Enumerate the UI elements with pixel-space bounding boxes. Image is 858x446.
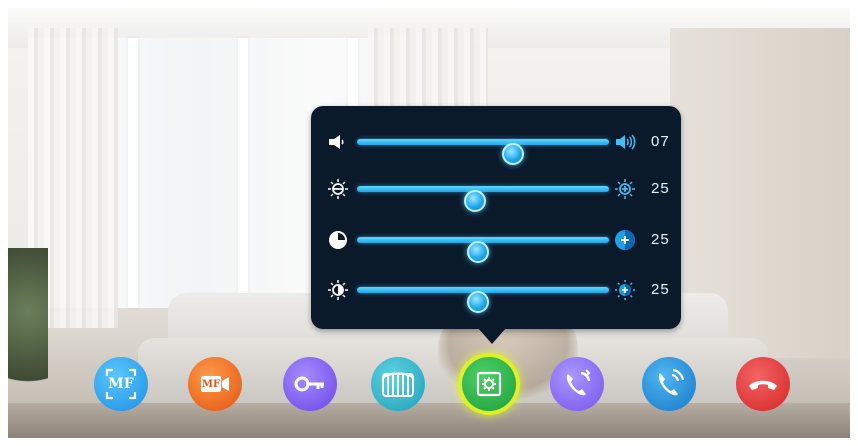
volume-slider-thumb[interactable] — [502, 143, 525, 165]
color-row: 25 — [311, 275, 681, 313]
record-label: MF — [201, 378, 221, 390]
contrast-low-icon[interactable] — [326, 228, 350, 252]
phone-transfer-icon — [566, 369, 591, 396]
speaker-low-icon[interactable] — [326, 130, 350, 154]
key-icon — [294, 376, 324, 392]
brightness-row: 25 — [311, 174, 681, 212]
contrast-row: 25 — [311, 225, 681, 263]
phone-hangup-icon — [749, 380, 777, 390]
brightness-value: 25 — [651, 180, 670, 197]
speaker-high-icon[interactable] — [613, 130, 637, 154]
monitor-button[interactable]: MF — [94, 357, 148, 411]
color-slider-thumb[interactable] — [466, 291, 489, 313]
contrast-high-icon[interactable] — [613, 228, 637, 252]
color-slider[interactable] — [357, 287, 609, 313]
volume-row: 07 — [311, 127, 681, 165]
brightness-low-icon[interactable] — [326, 177, 350, 201]
brightness-slider-thumb[interactable] — [464, 190, 487, 212]
phone-answer-icon — [658, 368, 685, 396]
popup-pointer — [478, 328, 506, 344]
unlock-button[interactable] — [283, 357, 337, 411]
bottom-toolbar: MF MF — [0, 350, 858, 414]
answer-button[interactable] — [642, 357, 696, 411]
color-value: 25 — [651, 281, 670, 298]
hangup-button[interactable] — [736, 357, 790, 411]
contrast-slider[interactable] — [357, 237, 609, 263]
record-button[interactable]: MF — [188, 357, 242, 411]
volume-value: 07 — [651, 133, 670, 150]
gate-icon — [382, 372, 414, 397]
color-high-icon[interactable] — [613, 278, 637, 302]
monitor-label: MF — [108, 376, 134, 392]
color-low-icon[interactable] — [326, 278, 350, 302]
volume-slider[interactable] — [357, 139, 609, 165]
contrast-slider-thumb[interactable] — [466, 241, 489, 263]
gate-button[interactable] — [371, 357, 425, 411]
settings-icon — [476, 371, 502, 397]
brightness-slider[interactable] — [357, 186, 609, 212]
settings-button[interactable] — [462, 357, 516, 411]
brightness-high-icon[interactable] — [613, 177, 637, 201]
contrast-value: 25 — [651, 231, 670, 248]
settings-popup: 07 25 25 25 — [311, 106, 681, 329]
transfer-button[interactable] — [550, 357, 604, 411]
